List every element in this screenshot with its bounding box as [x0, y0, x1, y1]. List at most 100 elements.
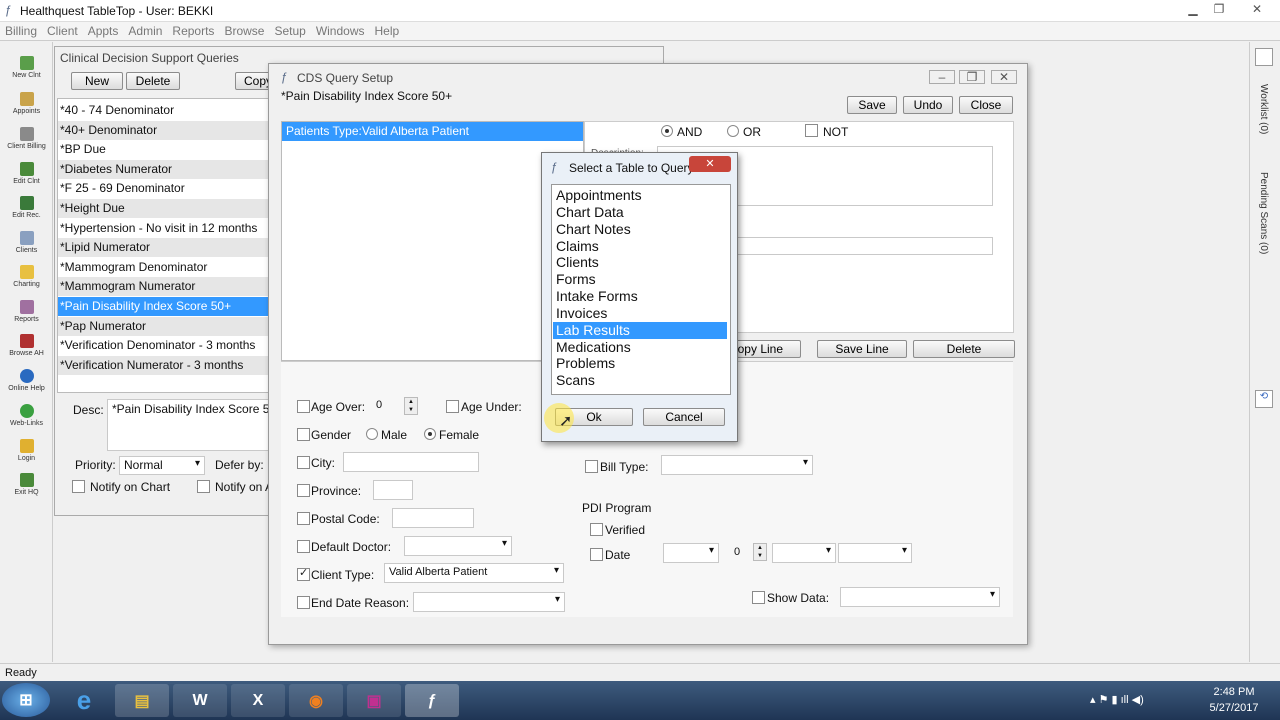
excel-icon[interactable]: X: [231, 684, 285, 717]
table-item[interactable]: Chart Data: [553, 204, 727, 221]
and-radio[interactable]: [661, 125, 673, 137]
show-data-select[interactable]: [840, 587, 1000, 607]
undo-button[interactable]: Undo: [903, 96, 953, 114]
show-data-checkbox[interactable]: [752, 591, 765, 604]
tray-icons[interactable]: ▴ ⚑ ▮ ıll ◀): [1090, 693, 1144, 706]
close-setup-button[interactable]: Close: [959, 96, 1013, 114]
web-links-button[interactable]: Web-Links: [0, 404, 53, 427]
menu-client[interactable]: Client: [42, 22, 83, 40]
table-list[interactable]: Appointments Chart Data Chart Notes Clai…: [551, 184, 731, 395]
table-item[interactable]: Chart Notes: [553, 221, 727, 238]
table-item-selected[interactable]: Lab Results: [553, 322, 727, 339]
setup-maximize-button[interactable]: ❐: [959, 70, 985, 84]
panel-icon[interactable]: [1255, 48, 1273, 66]
criteria-list[interactable]: Patients Type:Valid Alberta Patient: [281, 121, 584, 361]
menu-windows[interactable]: Windows: [311, 22, 370, 40]
query-item[interactable]: *40+ Denominator: [58, 121, 268, 140]
gender-checkbox[interactable]: [297, 428, 310, 441]
default-doctor-select[interactable]: [404, 536, 512, 556]
popup-close-button[interactable]: ✕: [689, 156, 731, 172]
client-type-checkbox[interactable]: [297, 566, 310, 581]
browse-ah-button[interactable]: Browse AH: [0, 334, 53, 357]
query-item[interactable]: *Diabetes Numerator: [58, 160, 268, 179]
clients-button[interactable]: Clients: [0, 231, 53, 254]
exit-hq-button[interactable]: Exit HQ: [0, 473, 53, 496]
query-item[interactable]: *40 - 74 Denominator: [58, 101, 268, 120]
login-button[interactable]: Login: [0, 439, 53, 462]
verified-checkbox[interactable]: [590, 523, 603, 536]
age-under-checkbox[interactable]: [446, 400, 459, 413]
date-select-2[interactable]: [772, 543, 836, 563]
criteria-item-selected[interactable]: Patients Type:Valid Alberta Patient: [282, 122, 583, 141]
city-checkbox[interactable]: [297, 456, 310, 469]
query-item[interactable]: *Lipid Numerator: [58, 238, 268, 257]
table-item[interactable]: Forms: [553, 271, 727, 288]
close-button[interactable]: ✕: [1244, 2, 1270, 18]
age-over-checkbox[interactable]: [297, 400, 310, 413]
province-input[interactable]: [373, 480, 413, 500]
new-query-button[interactable]: New: [71, 72, 123, 90]
clock-date[interactable]: 5/27/2017: [1200, 702, 1268, 714]
internet-explorer-icon[interactable]: e: [57, 684, 111, 717]
or-radio[interactable]: [727, 125, 739, 137]
table-item[interactable]: Scans: [553, 372, 727, 389]
delete-query-button[interactable]: Delete: [126, 72, 180, 90]
menu-reports[interactable]: Reports: [167, 22, 219, 40]
query-list[interactable]: *40 - 74 Denominator *40+ Denominator *B…: [57, 98, 269, 393]
end-date-reason-checkbox[interactable]: [297, 596, 310, 609]
not-checkbox[interactable]: [805, 124, 818, 137]
appoints-button[interactable]: Appoints: [0, 92, 53, 115]
notify-chart-checkbox[interactable]: [72, 480, 85, 493]
table-item[interactable]: Medications: [553, 339, 727, 356]
bill-type-checkbox[interactable]: [585, 460, 598, 473]
table-item[interactable]: Claims: [553, 238, 727, 255]
healthquest-task-icon[interactable]: ƒ: [405, 684, 459, 717]
table-item[interactable]: Clients: [553, 254, 727, 271]
province-checkbox[interactable]: [297, 484, 310, 497]
refresh-icon[interactable]: ⟲: [1255, 390, 1273, 408]
priority-select[interactable]: Normal: [119, 456, 205, 475]
query-item[interactable]: *Height Due: [58, 199, 268, 218]
clock-time[interactable]: 2:48 PM: [1204, 686, 1264, 698]
query-item[interactable]: *F 25 - 69 Denominator: [58, 179, 268, 198]
edit-rec-button[interactable]: Edit Rec.: [0, 196, 53, 219]
reports-button[interactable]: Reports: [0, 300, 53, 323]
query-item[interactable]: *Pap Numerator: [58, 317, 268, 336]
query-item[interactable]: *Mammogram Numerator: [58, 277, 268, 296]
date-select[interactable]: [663, 543, 719, 563]
table-item[interactable]: Appointments: [553, 187, 727, 204]
worklist-tab[interactable]: Worklist (0): [1258, 84, 1269, 134]
cancel-button[interactable]: Cancel: [643, 408, 725, 426]
end-date-reason-select[interactable]: [413, 592, 565, 612]
table-item[interactable]: Intake Forms: [553, 288, 727, 305]
meeting-icon[interactable]: ▣: [347, 684, 401, 717]
save-button[interactable]: Save: [847, 96, 897, 114]
table-item[interactable]: Problems: [553, 355, 727, 372]
city-input[interactable]: [343, 452, 479, 472]
query-item-selected[interactable]: *Pain Disability Index Score 50+: [58, 297, 268, 316]
menu-admin[interactable]: Admin: [123, 22, 167, 40]
edit-client-button[interactable]: Edit Clnt: [0, 162, 53, 185]
setup-minimize-button[interactable]: –: [929, 70, 955, 84]
menu-help[interactable]: Help: [370, 22, 405, 40]
date-number[interactable]: 0: [734, 546, 740, 558]
minimize-button[interactable]: ▁: [1180, 2, 1206, 18]
menu-billing[interactable]: Billing: [0, 22, 42, 40]
desc-field[interactable]: *Pain Disability Index Score 5(: [107, 399, 269, 451]
age-over-spinner[interactable]: ▲ ▼: [404, 397, 418, 415]
table-item[interactable]: Invoices: [553, 305, 727, 322]
new-client-button[interactable]: New Clnt: [0, 56, 53, 79]
charting-button[interactable]: Charting: [0, 265, 53, 288]
query-item[interactable]: *Verification Numerator - 3 months: [58, 356, 268, 375]
client-billing-button[interactable]: Client Billing: [0, 127, 53, 150]
start-button[interactable]: ⊞: [2, 683, 50, 717]
client-type-select[interactable]: Valid Alberta Patient: [384, 563, 564, 583]
notify-a-checkbox[interactable]: [197, 480, 210, 493]
query-item[interactable]: *Hypertension - No visit in 12 months: [58, 219, 268, 238]
firefox-icon[interactable]: ◉: [289, 684, 343, 717]
query-item[interactable]: *Verification Denominator - 3 months: [58, 336, 268, 355]
file-explorer-icon[interactable]: ▤: [115, 684, 169, 717]
maximize-button[interactable]: ❐: [1206, 2, 1232, 18]
female-radio[interactable]: [424, 428, 436, 440]
date-select-3[interactable]: [838, 543, 912, 563]
